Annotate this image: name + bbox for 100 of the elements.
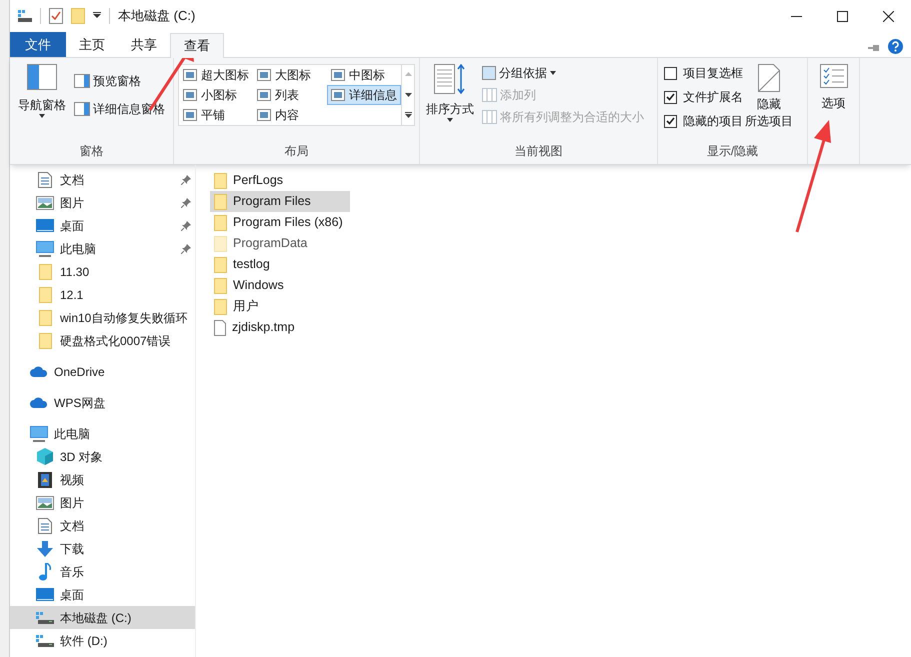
- options-icon: [820, 64, 848, 88]
- layout-option[interactable]: 超大图标: [179, 65, 253, 85]
- preview-pane-button[interactable]: 预览窗格: [74, 72, 165, 90]
- nav-item[interactable]: 软件 (D:): [10, 629, 195, 652]
- hide-selected-button[interactable]: 隐藏 所选项目: [745, 64, 793, 142]
- folder-icon: [214, 214, 227, 230]
- picture-icon: [36, 496, 54, 510]
- folder-icon: [38, 310, 52, 326]
- nav-item[interactable]: 此电脑: [10, 422, 195, 445]
- folder-icon: [38, 286, 52, 302]
- computer-icon: [36, 240, 54, 256]
- file-icon: [214, 320, 226, 336]
- nav-item[interactable]: 11.30: [10, 260, 195, 283]
- layout-option[interactable]: 内容: [253, 105, 327, 125]
- navigation-pane-button[interactable]: 导航窗格: [14, 64, 70, 142]
- picture-icon: [36, 196, 54, 210]
- layout-option[interactable]: 列表: [253, 85, 327, 105]
- down-arrow-icon: [37, 540, 53, 556]
- checkbox-label: 项目复选框: [683, 65, 743, 82]
- file-item[interactable]: ProgramData: [210, 233, 350, 254]
- nav-item[interactable]: 本地磁盘 (C:): [10, 606, 195, 629]
- desktop-icon: [36, 588, 54, 601]
- folder-icon: [214, 256, 227, 272]
- pane-icon: [74, 74, 90, 88]
- maximize-icon: [836, 10, 848, 22]
- file-item[interactable]: Windows: [210, 275, 350, 296]
- film-icon: [38, 472, 52, 488]
- nav-item[interactable]: 音乐: [10, 560, 195, 583]
- navigation-pane-icon: [27, 64, 57, 90]
- nav-item[interactable]: win10自动修复失败循环: [10, 306, 195, 329]
- view-icon: [183, 109, 197, 121]
- file-item[interactable]: Program Files: [210, 191, 350, 212]
- folder-icon: [214, 172, 227, 188]
- file-item[interactable]: PerfLogs: [210, 170, 350, 191]
- layout-option[interactable]: 小图标: [179, 85, 253, 105]
- file-item[interactable]: testlog: [210, 254, 350, 275]
- file-item[interactable]: zjdiskp.tmp: [210, 317, 350, 338]
- column-icon: [482, 110, 497, 124]
- nav-item[interactable]: 12.1: [10, 283, 195, 306]
- file-item[interactable]: Program Files (x86): [210, 212, 350, 233]
- view-icon: [331, 69, 345, 81]
- help-icon[interactable]: [888, 39, 903, 54]
- nav-item[interactable]: 3D 对象: [10, 445, 195, 468]
- sort-by-button[interactable]: 排序方式: [424, 64, 476, 142]
- folder-icon: [214, 236, 227, 252]
- folder-icon: [214, 298, 227, 314]
- cube-icon: [37, 448, 53, 465]
- folder-icon: [214, 194, 227, 210]
- layout-option[interactable]: 中图标: [327, 65, 401, 85]
- nav-item[interactable]: OneDrive: [10, 360, 195, 383]
- checkbox[interactable]: [664, 114, 677, 128]
- properties-icon[interactable]: [49, 8, 63, 24]
- document-icon: [38, 172, 52, 188]
- nav-item[interactable]: 下载: [10, 537, 195, 560]
- desktop-icon: [36, 219, 54, 232]
- computer-icon: [30, 426, 48, 442]
- nav-item[interactable]: 桌面: [10, 214, 195, 237]
- checkbox-label: 文件扩展名: [683, 89, 743, 106]
- ribbon-tab[interactable]: 共享: [118, 32, 170, 57]
- nav-item[interactable]: 图片: [10, 191, 195, 214]
- group-by-button[interactable]: 分组依据: [482, 64, 644, 82]
- ribbon-tab[interactable]: 主页: [66, 32, 118, 57]
- nav-item[interactable]: 硬盘格式化0007错误: [10, 329, 195, 352]
- group-label: 布局: [284, 143, 310, 160]
- nav-item[interactable]: 视频: [10, 468, 195, 491]
- drive-icon: [36, 634, 54, 646]
- view-icon: [257, 69, 271, 81]
- ribbon-tab[interactable]: 查看: [170, 33, 224, 58]
- nav-item[interactable]: 图片: [10, 491, 195, 514]
- nav-item[interactable]: 文档: [10, 168, 195, 191]
- nav-item[interactable]: 文档: [10, 514, 195, 537]
- down-icon: [404, 93, 412, 97]
- view-icon: [183, 89, 197, 101]
- nav-item[interactable]: 桌面: [10, 583, 195, 606]
- file-item[interactable]: 用户: [210, 296, 350, 317]
- view-icon: [257, 109, 271, 121]
- cloud-icon: [30, 397, 48, 408]
- dropdown-icon[interactable]: [93, 12, 101, 20]
- drive-icon[interactable]: [18, 10, 32, 22]
- group-icon: [482, 66, 496, 80]
- checkbox[interactable]: [664, 66, 677, 80]
- nav-item[interactable]: 此电脑: [10, 237, 195, 260]
- layout-option[interactable]: 详细信息: [327, 85, 401, 105]
- more-icon: [404, 112, 412, 118]
- cloud-icon: [30, 366, 48, 377]
- nav-item[interactable]: WPS网盘: [10, 391, 195, 414]
- view-icon: [183, 69, 197, 81]
- file-tab[interactable]: 文件: [10, 32, 66, 57]
- view-icon: [257, 89, 271, 101]
- pane-icon: [74, 102, 90, 116]
- music-note-icon: [39, 562, 51, 580]
- details-pane-button[interactable]: 详细信息窗格: [74, 100, 165, 118]
- layout-option[interactable]: 大图标: [253, 65, 327, 85]
- layout-option[interactable]: 平铺: [179, 105, 253, 125]
- dropdown-icon: [550, 71, 556, 75]
- folder-icon: [38, 264, 52, 280]
- checkbox[interactable]: [664, 90, 677, 104]
- options-button[interactable]: 选项: [812, 64, 855, 142]
- group-label: 窗格: [78, 143, 104, 160]
- pin-icon[interactable]: [868, 44, 880, 52]
